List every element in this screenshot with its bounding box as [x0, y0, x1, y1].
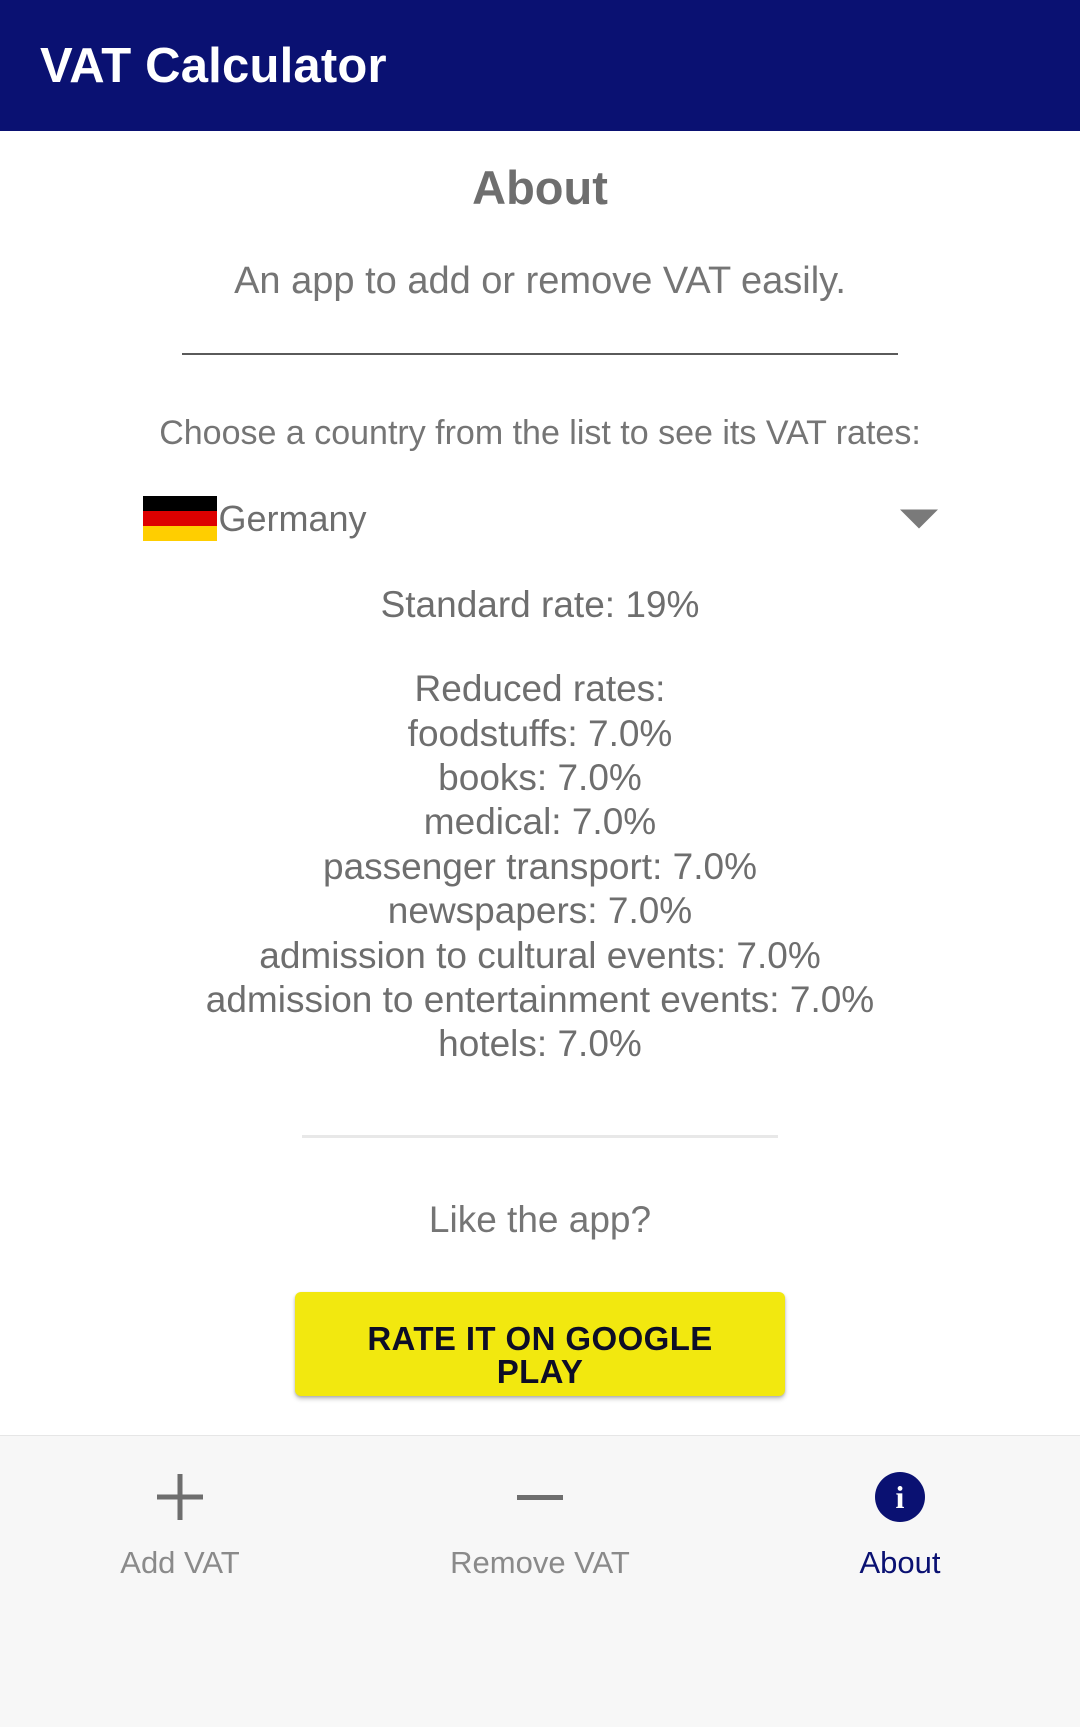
rates-spacer: [0, 627, 1080, 667]
about-screen-content: About An app to add or remove VAT easily…: [0, 131, 1080, 1435]
reduced-rate-line: books: 7.0%: [438, 757, 642, 799]
country-spinner[interactable]: Germany: [142, 491, 938, 547]
reduced-rate-line: foodstuffs: 7.0%: [407, 712, 673, 754]
app-description: An app to add or remove VAT easily.: [234, 259, 846, 302]
nav-item-remove-vat[interactable]: Remove VAT: [360, 1436, 720, 1727]
nav-item-add-vat[interactable]: Add VAT: [0, 1436, 360, 1727]
nav-item-about[interactable]: i About: [720, 1436, 1080, 1727]
nav-label-remove-vat: Remove VAT: [450, 1545, 630, 1580]
divider-strong: [182, 353, 898, 356]
app-root: VAT Calculator About An app to add or re…: [0, 0, 1080, 1727]
app-title: VAT Calculator: [40, 38, 387, 93]
reduced-rates-heading: Reduced rates:: [414, 668, 666, 710]
selected-country-label: Germany: [218, 497, 367, 539]
plus-icon: [157, 1467, 203, 1527]
chevron-down-icon[interactable]: [899, 509, 938, 529]
standard-rate-line: Standard rate: 19%: [380, 583, 700, 625]
nav-label-about: About: [859, 1545, 941, 1580]
rate-on-google-play-button[interactable]: RATE IT ON GOOGLE PLAY: [295, 1292, 785, 1397]
vat-rates-block: Standard rate: 19% Reduced rates: foodst…: [0, 583, 1080, 1067]
reduced-rate-line: passenger transport: 7.0%: [323, 845, 757, 887]
reduced-rate-line: admission to cultural events: 7.0%: [259, 934, 821, 976]
nav-label-add-vat: Add VAT: [120, 1545, 240, 1580]
page-title: About: [472, 161, 608, 214]
app-bar: VAT Calculator: [0, 0, 1080, 131]
rate-button-container: RATE IT ON GOOGLE PLAY: [0, 1292, 1080, 1397]
reduced-rate-line: admission to entertainment events: 7.0%: [205, 979, 875, 1020]
bottom-navigation: Add VAT Remove VAT i About: [0, 1435, 1080, 1727]
reduced-rate-line: hotels: 7.0%: [438, 1023, 642, 1065]
divider-light: [302, 1134, 778, 1138]
like-the-app-label: Like the app?: [428, 1198, 652, 1240]
reduced-rate-line: medical: 7.0%: [423, 801, 657, 843]
minus-icon: [517, 1467, 563, 1527]
germany-flag-icon: [142, 496, 217, 542]
choose-country-label: Choose a country from the list to see it…: [159, 414, 921, 453]
reduced-rate-line: newspapers: 7.0%: [387, 890, 693, 932]
info-circle-icon: i: [875, 1467, 925, 1527]
